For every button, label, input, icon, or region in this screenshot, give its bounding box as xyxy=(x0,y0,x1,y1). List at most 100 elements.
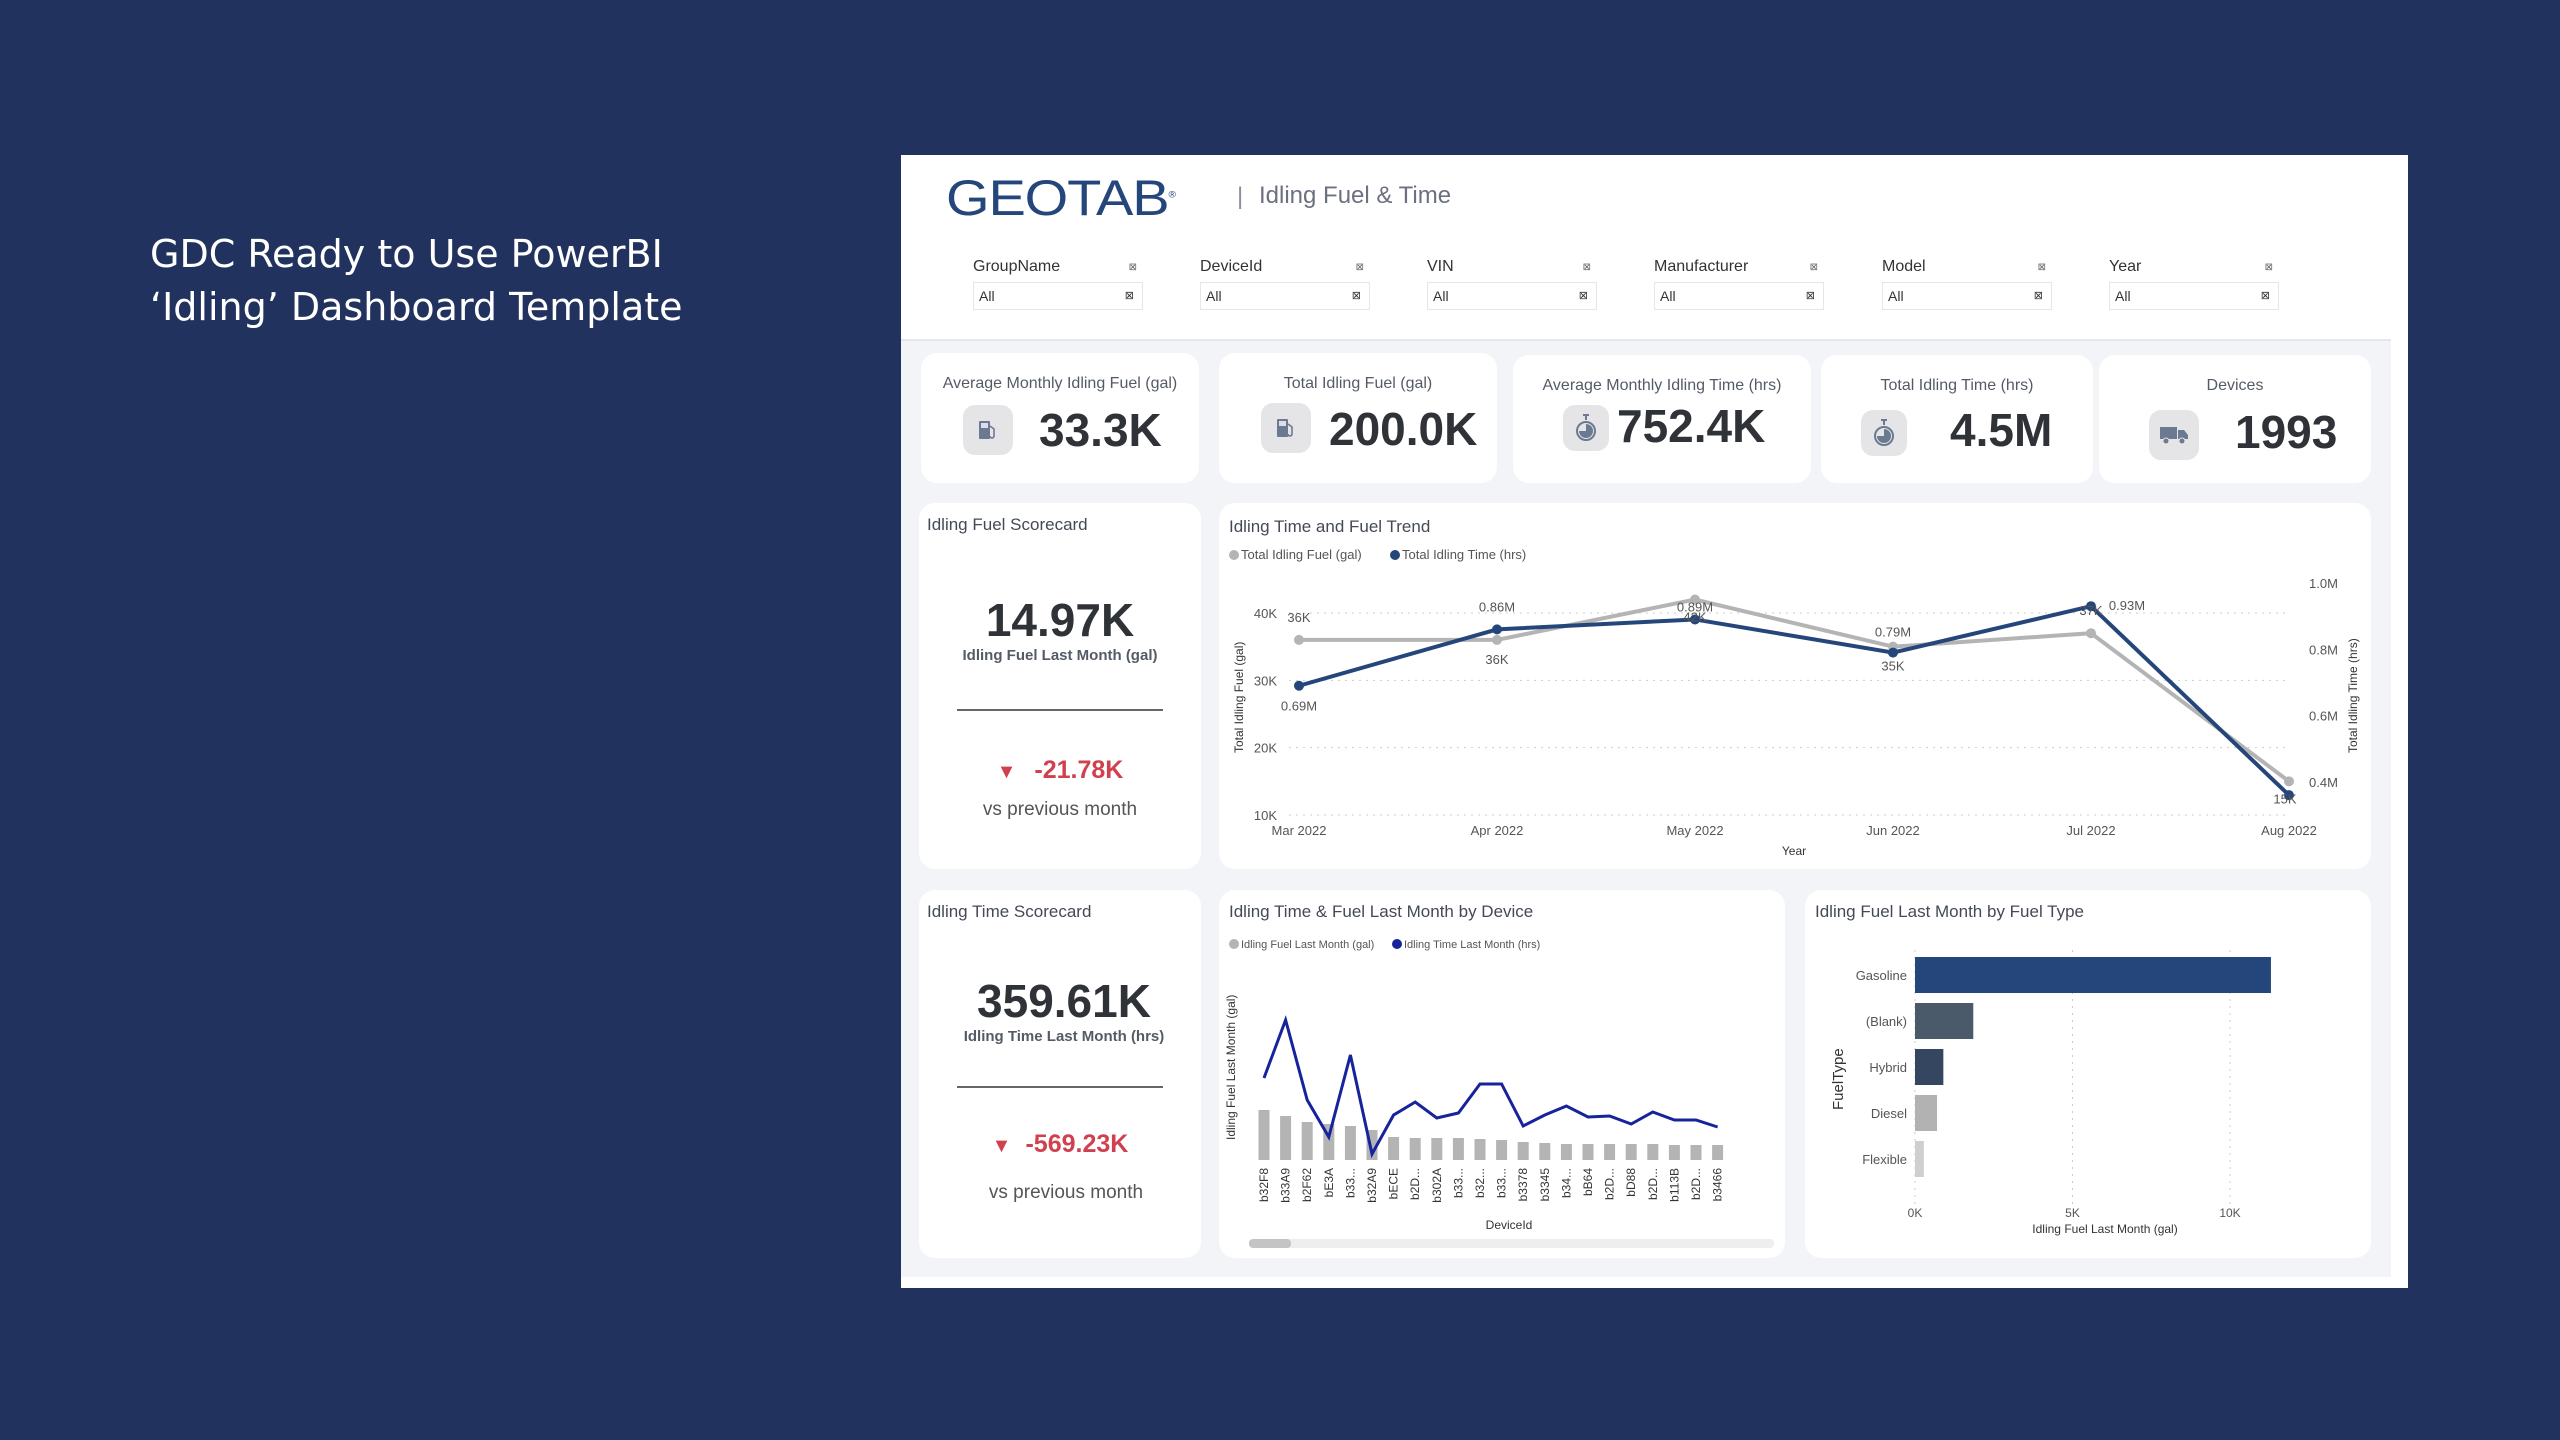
y-tick-label: 10K xyxy=(1254,808,1277,823)
y2-tick-label: 0.6M xyxy=(2309,709,2338,724)
x-tick-label: 5K xyxy=(2065,1206,2080,1220)
idling-time-scorecard[interactable]: Idling Time Scorecard 359.61K Idling Tim… xyxy=(919,890,1201,1258)
kpi-title: Average Monthly Idling Time (hrs) xyxy=(1542,377,1782,394)
slicer-dropdown[interactable]: All ⊠ xyxy=(1427,282,1597,310)
fueltype-chart-card[interactable]: Idling Fuel Last Month by Fuel Type 0K 5K… xyxy=(1805,890,2371,1258)
x-tick-label: b33... xyxy=(1343,1168,1357,1198)
series-line-time xyxy=(1298,604,2291,797)
clear-selection-icon[interactable]: ⊠ xyxy=(2265,262,2273,273)
x-tick-label: b32... xyxy=(1473,1168,1487,1198)
slicer-dropdown[interactable]: All ⊠ xyxy=(1200,282,1370,310)
slicer-dropdown[interactable]: All ⊠ xyxy=(1882,282,2052,310)
chevron-down-icon[interactable]: ⊠ xyxy=(1125,283,1134,309)
chevron-down-icon[interactable]: ⊠ xyxy=(1352,283,1361,309)
clear-selection-icon[interactable]: ⊠ xyxy=(1356,262,1364,273)
bar-fuel xyxy=(1517,1142,1529,1160)
bar-fuel xyxy=(1647,1144,1659,1160)
scorecard-label: Idling Fuel Last Month (gal) xyxy=(962,647,1158,664)
idling-fuel-scorecard[interactable]: Idling Fuel Scorecard 14.97K Idling Fuel… xyxy=(919,503,1201,869)
fuel-pump-icon xyxy=(1261,403,1311,453)
data-point-time xyxy=(1492,624,1502,635)
legend-marker-fuel xyxy=(1229,550,1239,560)
kpi-card-total-time[interactable]: Total Idling Time (hrs) 4.5M xyxy=(1821,355,2093,483)
y-tick-label: Hybrid xyxy=(1869,1060,1907,1075)
slicer-vin[interactable]: VIN ⊠ All ⊠ xyxy=(1427,258,1597,310)
kpi-value: 752.4K xyxy=(1617,400,1766,452)
fueltype-chart[interactable]: 0K 5K 10K Gasoline (Blank) Hybrid Diesel Flexib… xyxy=(1805,890,2371,1258)
trend-chart[interactable]: Total Idling Fuel (gal) Total Idling Time… xyxy=(1219,503,2371,869)
bar-fuel xyxy=(1474,1139,1486,1160)
scorecard-divider xyxy=(957,709,1163,711)
x-tick-label: b2F62 xyxy=(1300,1168,1314,1202)
slicer-dropdown[interactable]: All ⊠ xyxy=(1654,282,1824,310)
report-header: GEOTAB® | Idling Fuel & Time GroupName ⊠… xyxy=(901,155,2391,339)
kpi-card-devices[interactable]: Devices 1993 xyxy=(2099,355,2371,483)
legend-label-fuel: Idling Fuel Last Month (gal) xyxy=(1241,939,1374,951)
slicer-dropdown[interactable]: All ⊠ xyxy=(2109,282,2279,310)
slicer-groupname[interactable]: GroupName ⊠ All ⊠ xyxy=(973,258,1143,310)
slicer-value: All xyxy=(979,288,995,304)
slicer-model[interactable]: Model ⊠ All ⊠ xyxy=(1882,258,2052,310)
y-axis-title: FuelType xyxy=(1830,1048,1847,1110)
y2-axis-title: Total Idling Time (hrs) xyxy=(2346,638,2360,753)
legend-marker-time xyxy=(1392,939,1402,949)
bar-fuel xyxy=(1712,1145,1724,1160)
trend-chart-card[interactable]: Idling Time and Fuel Trend Total Idling … xyxy=(1219,503,2371,869)
kpi-card-avg-fuel[interactable]: Average Monthly Idling Fuel (gal) 33.3K xyxy=(921,353,1199,483)
x-tick-label: Mar 2022 xyxy=(1272,823,1327,838)
slicer-label: Manufacturer xyxy=(1654,258,1749,275)
kpi-card-avg-time[interactable]: Average Monthly Idling Time (hrs) 752.4K xyxy=(1513,355,1811,483)
x-tick-label: Jul 2022 xyxy=(2066,823,2115,838)
x-tick-label: b34... xyxy=(1559,1168,1573,1198)
clear-selection-icon[interactable]: ⊠ xyxy=(1810,262,1818,273)
clear-selection-icon[interactable]: ⊠ xyxy=(1129,262,1137,273)
y-tick-label: 40K xyxy=(1254,606,1277,621)
y2-tick-label: 0.8M xyxy=(2309,642,2338,657)
x-axis-title: Year xyxy=(1782,844,1806,858)
scorecard-title: Idling Time Scorecard xyxy=(927,902,1092,921)
scorecard-divider xyxy=(957,1086,1163,1088)
report-canvas: Average Monthly Idling Fuel (gal) 33.3K … xyxy=(901,339,2391,1277)
x-tick-label: 0K xyxy=(1908,1206,1923,1220)
clear-selection-icon[interactable]: ⊠ xyxy=(1583,262,1591,273)
kpi-value: 1993 xyxy=(2235,406,2338,458)
x-tick-label: 10K xyxy=(2219,1206,2240,1220)
bar xyxy=(1915,957,2271,993)
device-chart-card[interactable]: Idling Time & Fuel Last Month by Device … xyxy=(1219,890,1785,1258)
slicer-dropdown[interactable]: All ⊠ xyxy=(973,282,1143,310)
data-point-fuel xyxy=(1492,634,1502,645)
horizontal-scrollbar-track xyxy=(1249,1239,1774,1248)
legend-label-time: Total Idling Time (hrs) xyxy=(1402,547,1526,562)
scorecard-value: 14.97K xyxy=(985,594,1135,646)
slicer-value: All xyxy=(1888,288,1904,304)
x-tick-label: b33... xyxy=(1451,1168,1465,1198)
stopwatch-icon xyxy=(1861,410,1907,456)
bar xyxy=(1915,1095,1938,1131)
data-point-fuel xyxy=(1294,634,1304,645)
kpi-card-total-fuel[interactable]: Total Idling Fuel (gal) 200.0K xyxy=(1219,353,1497,483)
slicer-value: All xyxy=(1433,288,1449,304)
y-axis-title: Total Idling Fuel (gal) xyxy=(1232,642,1246,753)
horizontal-scrollbar-thumb[interactable] xyxy=(1249,1239,1291,1248)
chevron-down-icon[interactable]: ⊠ xyxy=(2034,283,2043,309)
x-tick-label: b32F8 xyxy=(1257,1168,1271,1202)
data-label-time: 0.69M xyxy=(1281,699,1317,714)
x-tick-label: b302A xyxy=(1430,1168,1444,1203)
clear-selection-icon[interactable]: ⊠ xyxy=(2038,262,2046,273)
bar-fuel xyxy=(1280,1116,1292,1160)
slicer-year[interactable]: Year ⊠ All ⊠ xyxy=(2109,258,2279,310)
bar-fuel xyxy=(1496,1140,1508,1160)
bar-fuel xyxy=(1625,1144,1637,1160)
bar-fuel xyxy=(1258,1110,1270,1160)
slicer-manufacturer[interactable]: Manufacturer ⊠ All ⊠ xyxy=(1654,258,1824,310)
chevron-down-icon[interactable]: ⊠ xyxy=(1579,283,1588,309)
y-axis-title: Idling Fuel Last Month (gal) xyxy=(1224,995,1238,1140)
slicer-deviceid[interactable]: DeviceId ⊠ All ⊠ xyxy=(1200,258,1370,310)
chevron-down-icon[interactable]: ⊠ xyxy=(1806,283,1815,309)
chevron-down-icon[interactable]: ⊠ xyxy=(2261,283,2270,309)
x-tick-label: bB64 xyxy=(1581,1168,1595,1196)
slicer-label: Model xyxy=(1882,258,1926,275)
series-line-fuel xyxy=(1299,597,2291,783)
device-chart[interactable]: Idling Fuel Last Month (gal) Idling Time … xyxy=(1219,890,1785,1258)
y2-tick-label: 0.4M xyxy=(2309,775,2338,790)
